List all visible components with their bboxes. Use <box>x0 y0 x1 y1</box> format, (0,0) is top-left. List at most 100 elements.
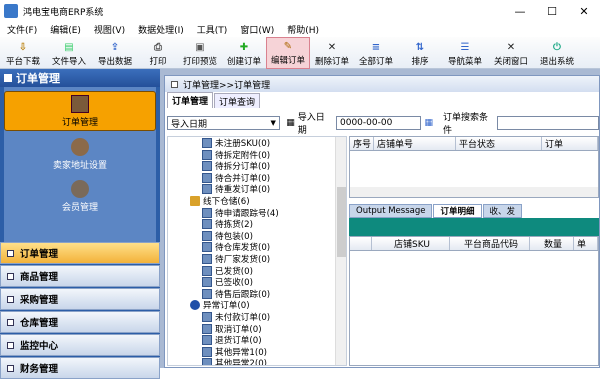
date-type-select[interactable]: 导入日期 ▼ <box>167 116 281 130</box>
menu-bar: 文件(F) 编辑(E) 视图(V) 数据处理(I) 工具(T) 窗口(W) 帮助… <box>0 22 600 37</box>
tab-order-management[interactable]: 订单管理 <box>167 92 214 108</box>
order-tree: 未注册SKU(0) 待拆定附件(0) 待拆分订单(0) 待合并订单(0) 待重发订单(0… <box>167 136 347 366</box>
nav-panel: 订单管理 卖家地址设置 会员管理 <box>4 87 156 259</box>
date-label: 导入日期 <box>297 113 325 136</box>
scroll-thumb[interactable] <box>337 187 346 257</box>
all-orders-button[interactable]: ≡ 全部订单 <box>354 37 398 69</box>
node-icon <box>202 242 212 253</box>
all-orders-icon: ≡ <box>371 41 381 53</box>
download-button[interactable]: ⇩ 平台下载 <box>0 37 46 69</box>
exit-button[interactable]: ⏻ 退出系统 <box>534 37 580 69</box>
export-button[interactable]: ⇪ 导出数据 <box>92 37 138 69</box>
order-grid-hscroll[interactable] <box>350 187 598 197</box>
tab-order-query[interactable]: 订单查询 <box>214 93 261 108</box>
menu-window[interactable]: 窗口(W) <box>240 23 274 36</box>
category-list: 订单管理 商品管理 采购管理 仓库管理 监控中心 财务管理 <box>0 242 160 380</box>
detail-grid-header: 店铺SKU 平台商品代码 数量 单 <box>350 237 598 251</box>
tree-node[interactable]: 待申请跟踪号(4) <box>202 207 279 219</box>
node-icon <box>202 346 212 357</box>
tree-node[interactable]: 未付款订单(0) <box>202 311 270 323</box>
node-icon <box>202 184 212 195</box>
tree-node[interactable]: 其他异常1(0) <box>202 346 267 358</box>
category-purchase[interactable]: 采购管理 <box>0 288 160 310</box>
member-icon <box>71 180 89 198</box>
col-store-order[interactable]: 店铺单号 <box>374 137 456 150</box>
nav-seller-address[interactable]: 卖家地址设置 <box>4 133 156 173</box>
tab-order-detail[interactable]: 订单明细 <box>433 204 482 218</box>
minimize-button[interactable]: — <box>504 0 536 22</box>
panel-tabs: 订单管理 订单查询 <box>165 92 599 108</box>
tree-node[interactable]: 其他异常2(0) <box>202 357 267 365</box>
tree-node[interactable]: 待仓库发货(0) <box>202 241 270 253</box>
print-button[interactable]: ⎙ 打印 <box>138 37 178 69</box>
tree-node[interactable]: 取消订单(0) <box>202 323 262 335</box>
tree-scrollbar[interactable] <box>335 137 346 365</box>
node-icon <box>202 312 212 322</box>
tree-node[interactable]: 待合并订单(0) <box>202 172 270 184</box>
node-icon <box>202 323 212 334</box>
category-warehouse[interactable]: 仓库管理 <box>0 311 160 333</box>
print-preview-button[interactable]: ▣ 打印预览 <box>178 37 222 69</box>
col-store-sku[interactable]: 店铺SKU <box>372 237 450 250</box>
download-icon: ⇩ <box>18 41 28 53</box>
create-order-button[interactable]: ✚ 创建订单 <box>222 37 266 69</box>
col-seq[interactable]: 序号 <box>350 137 374 150</box>
category-product[interactable]: 商品管理 <box>0 265 160 287</box>
checkbox-icon <box>7 295 14 303</box>
menu-tools[interactable]: 工具(T) <box>197 23 228 36</box>
tree-node[interactable]: 待拆定附件(0) <box>202 149 270 161</box>
delete-order-button[interactable]: ✕ 删除订单 <box>310 37 354 69</box>
tree-node[interactable]: 未注册SKU(0) <box>202 137 270 149</box>
main-area: 订单管理>>订单管理 订单管理 订单查询 导入日期 ▼ ▦ 导入日期 0000-0… <box>160 69 600 368</box>
category-order[interactable]: 订单管理 <box>0 242 160 264</box>
sort-button[interactable]: ⇅ 排序 <box>398 37 442 69</box>
tree-node[interactable]: 已签收(0) <box>202 276 253 288</box>
search-label: 订单搜索条件 <box>442 113 488 136</box>
close-button[interactable]: ✕ <box>568 0 600 22</box>
node-icon <box>202 161 212 172</box>
tree-node[interactable]: 已发货(0) <box>202 265 253 277</box>
node-icon <box>202 265 212 276</box>
nav-order-management[interactable]: 订单管理 <box>4 91 156 131</box>
tree-node[interactable]: 异常订单(0) <box>190 299 250 311</box>
col-platform-status[interactable]: 平台状态 <box>456 137 542 150</box>
file-import-button[interactable]: ▤ 文件导入 <box>46 37 92 69</box>
toolbar: ⇩ 平台下载 ▤ 文件导入 ⇪ 导出数据 ⎙ 打印 ▣ 打印预览 ✚ 创建订单 ✎ 编辑订单 … <box>0 37 600 69</box>
tab-output-message[interactable]: Output Message <box>349 204 433 218</box>
menu-view[interactable]: 视图(V) <box>94 23 125 36</box>
edit-order-button[interactable]: ✎ 编辑订单 <box>266 37 310 69</box>
node-icon <box>202 288 212 299</box>
col-quantity[interactable]: 数量 <box>530 237 574 250</box>
tab-receive-send[interactable]: 收、发 <box>482 204 523 218</box>
tree-node[interactable]: 退货订单(0) <box>202 334 262 346</box>
node-icon <box>202 172 212 183</box>
menu-file[interactable]: 文件(F) <box>7 23 37 36</box>
nav-menu-icon: ☰ <box>460 41 470 53</box>
order-grid: 序号 店铺单号 平台状态 订单 <box>349 136 599 198</box>
tree-node[interactable]: 线下仓储(6) <box>190 195 250 207</box>
tree-node[interactable]: 待拆分订单(0) <box>202 160 270 172</box>
category-finance[interactable]: 财务管理 <box>0 357 160 379</box>
filter-bar: 导入日期 ▼ ▦ 导入日期 0000-00-00 ▦ 订单搜索条件 <box>167 113 600 136</box>
tree-node[interactable]: 待重发订单(0) <box>202 183 270 195</box>
date-input[interactable]: 0000-00-00 <box>336 116 422 130</box>
menu-data[interactable]: 数据处理(I) <box>138 23 184 36</box>
tree-node[interactable]: 待包装(0) <box>202 230 253 242</box>
col-platform-code[interactable]: 平台商品代码 <box>450 237 530 250</box>
menu-help[interactable]: 帮助(H) <box>287 23 319 36</box>
col-order[interactable]: 订单 <box>542 137 598 150</box>
window-title: 鸿电宝电商ERP系统 <box>23 7 104 18</box>
chevron-down-icon: ▼ <box>270 119 276 127</box>
tree-node[interactable]: 待厂家发货(0) <box>202 253 270 265</box>
nav-member-management[interactable]: 会员管理 <box>4 175 156 215</box>
nav-menu-button[interactable]: ☰ 导航菜单 <box>442 37 488 69</box>
date-picker-icon[interactable]: ▦ <box>424 118 433 128</box>
maximize-button[interactable]: ☐ <box>536 0 568 22</box>
col-unit[interactable]: 单 <box>574 237 598 250</box>
category-monitor[interactable]: 监控中心 <box>0 334 160 356</box>
tree-node[interactable]: 待售后跟踪(0) <box>202 288 270 300</box>
search-input[interactable] <box>496 116 600 130</box>
close-window-button[interactable]: ✕ 关闭窗口 <box>488 37 534 69</box>
menu-edit[interactable]: 编辑(E) <box>50 23 81 36</box>
tree-node[interactable]: 待拣货(2) <box>202 218 253 230</box>
